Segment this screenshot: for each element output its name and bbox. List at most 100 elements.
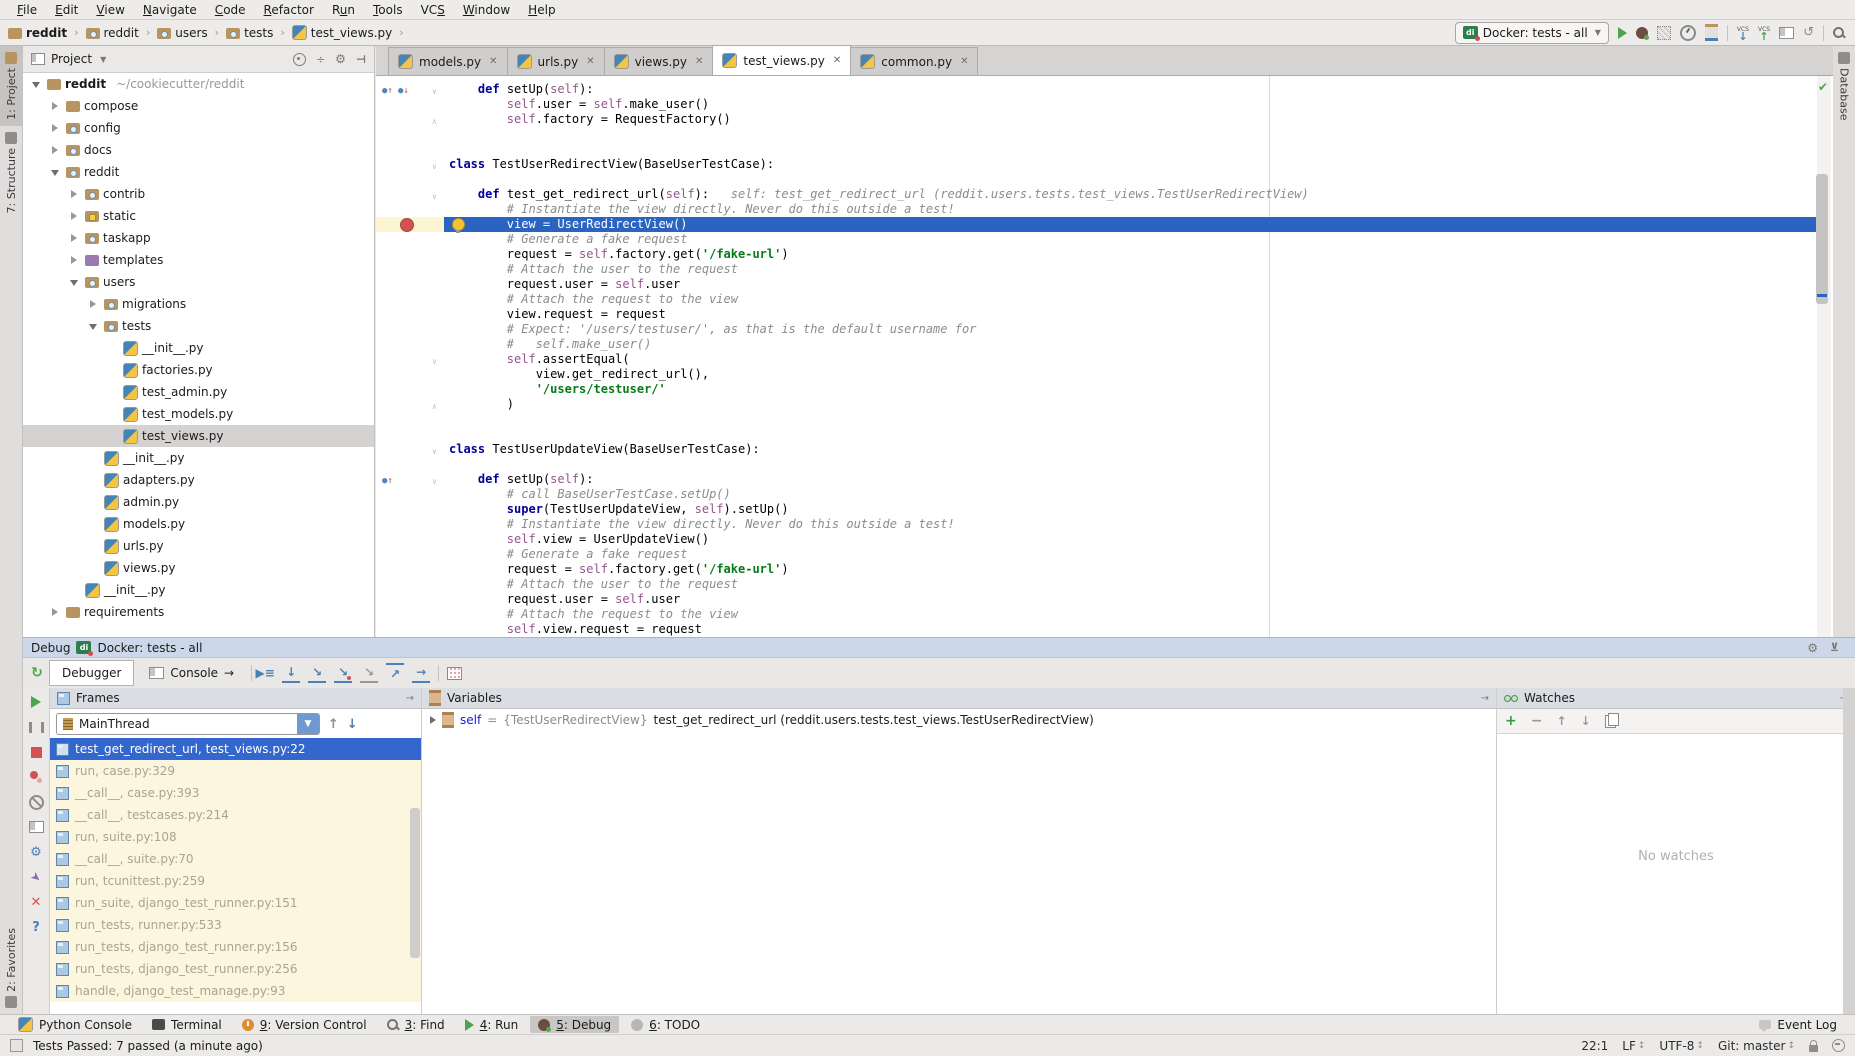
intention-bulb-icon[interactable] [452,218,465,231]
chevron-right-icon[interactable] [52,608,58,616]
tree-item-users[interactable]: users [23,271,374,293]
thread-selector[interactable]: MainThread ▼ [56,713,320,735]
menu-view[interactable]: View [87,2,134,18]
evaluate-expression-button[interactable] [447,667,462,680]
menu-refactor[interactable]: Refactor [255,2,323,18]
panel-settings-button[interactable]: ⚙ [335,53,346,65]
breadcrumb-item[interactable]: tests [224,25,275,41]
stack-frame[interactable]: handle, django_test_manage.py:93 [50,980,421,1002]
tree-item-test_models-py[interactable]: test_models.py [23,403,374,425]
status-widget-git-master[interactable]: Git: master↕ [1718,1039,1795,1053]
menu-edit[interactable]: Edit [46,2,87,18]
debug-tab-debugger[interactable]: Debugger [49,660,134,686]
unlock-icon[interactable] [1809,1045,1818,1052]
frames-scrollbar-thumb[interactable] [410,808,420,958]
mute-breakpoints-button[interactable] [28,794,44,810]
tree-item-test_views-py[interactable]: test_views.py [23,425,374,447]
restore-layout-button[interactable] [28,819,44,835]
close-button[interactable]: ✕ [28,894,44,910]
float-panel-icon[interactable]: → [1481,693,1489,704]
tool-button-terminal[interactable]: Terminal [144,1016,230,1033]
code-editor[interactable]: ∨●↑●↓ def setUp(self): self.user = self.… [376,76,1833,637]
duplicate-watch-button[interactable] [1605,715,1616,728]
rerun-button[interactable]: ↻ [29,665,45,681]
tree-item-reddit[interactable]: reddit~/cookiecutter/reddit [23,73,374,95]
debug-tab-console[interactable]: Console→ [136,660,247,686]
chevron-down-icon[interactable] [89,324,97,330]
tree-item-factories-py[interactable]: factories.py [23,359,374,381]
chevron-right-icon[interactable] [71,256,77,264]
editor-tab-models-py[interactable]: models.py✕ [388,47,508,75]
show-execution-point-button[interactable]: ▶≡ [256,664,274,682]
breadcrumb-item[interactable]: test_views.py [290,24,394,41]
stack-frame[interactable]: __call__, case.py:393 [50,782,421,804]
move-watch-down-button[interactable]: ↓ [1581,714,1591,728]
tree-item-taskapp[interactable]: taskapp [23,227,374,249]
chevron-right-icon[interactable] [71,212,77,220]
menu-run[interactable]: Run [323,2,364,18]
chevron-down-icon[interactable] [70,280,78,286]
status-widget-utf-8[interactable]: UTF-8↕ [1659,1039,1704,1053]
chevron-right-icon[interactable] [71,234,77,242]
step-over-button[interactable]: ↓ [282,663,300,683]
tree-item-reddit[interactable]: reddit [23,161,374,183]
tree-item-admin-py[interactable]: admin.py [23,491,374,513]
tool-button-run[interactable]: 4: Run [457,1016,527,1033]
tool-button-python-console[interactable]: Python Console [10,1016,140,1033]
editor-scrollbar[interactable]: ✔ [1817,76,1831,637]
tree-item-docs[interactable]: docs [23,139,374,161]
status-widget-lf[interactable]: LF↕ [1622,1039,1645,1053]
tree-item-tests[interactable]: tests [23,315,374,337]
menu-vcs[interactable]: VCS [412,2,454,18]
breadcrumb-item[interactable]: reddit [84,25,141,41]
move-watch-up-button[interactable]: ↑ [1556,714,1566,728]
editor-tab-test_views-py[interactable]: test_views.py✕ [712,45,851,75]
stack-frame[interactable]: run_suite, django_test_runner.py:151 [50,892,421,914]
tree-item-requirements[interactable]: requirements [23,601,374,623]
chevron-right-icon[interactable] [71,190,77,198]
close-tab-icon[interactable]: ✕ [695,56,703,67]
chevron-down-icon[interactable]: ▼ [100,55,106,64]
run-with-coverage-button[interactable] [1657,26,1671,40]
hide-debug-panel-button[interactable]: ⊻ [1830,641,1839,654]
tree-item-static[interactable]: static [23,205,374,227]
close-tab-icon[interactable]: ✕ [489,56,497,67]
step-into-button[interactable]: ↘ [308,663,326,683]
tree-item-contrib[interactable]: contrib [23,183,374,205]
tree-item-models-py[interactable]: models.py [23,513,374,535]
view-breakpoints-button[interactable] [28,769,44,785]
editor-tab-urls-py[interactable]: urls.py✕ [507,47,605,75]
settings-button[interactable]: ⚙ [28,844,44,860]
tree-item-views-py[interactable]: views.py [23,557,374,579]
resume-button[interactable] [28,694,44,710]
step-out-button[interactable]: ↗ [386,663,404,683]
collapse-all-button[interactable]: ÷ [316,53,325,66]
tree-item-config[interactable]: config [23,117,374,139]
chevron-down-icon[interactable] [32,82,40,88]
pin-button[interactable]: ➤ [28,869,44,885]
concurrency-diagram-button[interactable] [1705,24,1718,41]
hector-inspections-icon[interactable] [1832,1039,1845,1052]
debug-scrollbar[interactable] [1843,688,1855,1015]
smart-step-into-button[interactable]: ↘ [360,663,378,683]
tree-item-compose[interactable]: compose [23,95,374,117]
debug-settings-icon[interactable]: ⚙ [1807,642,1818,654]
rollback-button[interactable]: ↺ [1803,26,1814,39]
tree-item-migrations[interactable]: migrations [23,293,374,315]
force-step-into-button[interactable]: ↘ [334,663,352,683]
chevron-right-icon[interactable] [52,146,58,154]
help-button[interactable]: ? [28,919,44,935]
tool-window-tab-database[interactable]: Database [1833,46,1855,127]
float-panel-icon[interactable]: → [406,693,414,704]
run-configuration-select[interactable]: di Docker: tests - all ▼ [1455,22,1609,44]
chevron-down-icon[interactable] [51,170,59,176]
stack-frame[interactable]: __call__, suite.py:70 [50,848,421,870]
tree-item-templates[interactable]: templates [23,249,374,271]
event-log-button[interactable]: Event Log [1751,1017,1845,1033]
stack-frame[interactable]: test_get_redirect_url, test_views.py:22 [50,738,421,760]
stack-frame[interactable]: run, suite.py:108 [50,826,421,848]
hide-panel-button[interactable]: ⊣ [356,53,366,66]
recent-changes-button[interactable] [1779,27,1794,39]
vcs-update-button[interactable]: VCS↓ [1737,26,1749,40]
stack-frame[interactable]: run, tcunittest.py:259 [50,870,421,892]
